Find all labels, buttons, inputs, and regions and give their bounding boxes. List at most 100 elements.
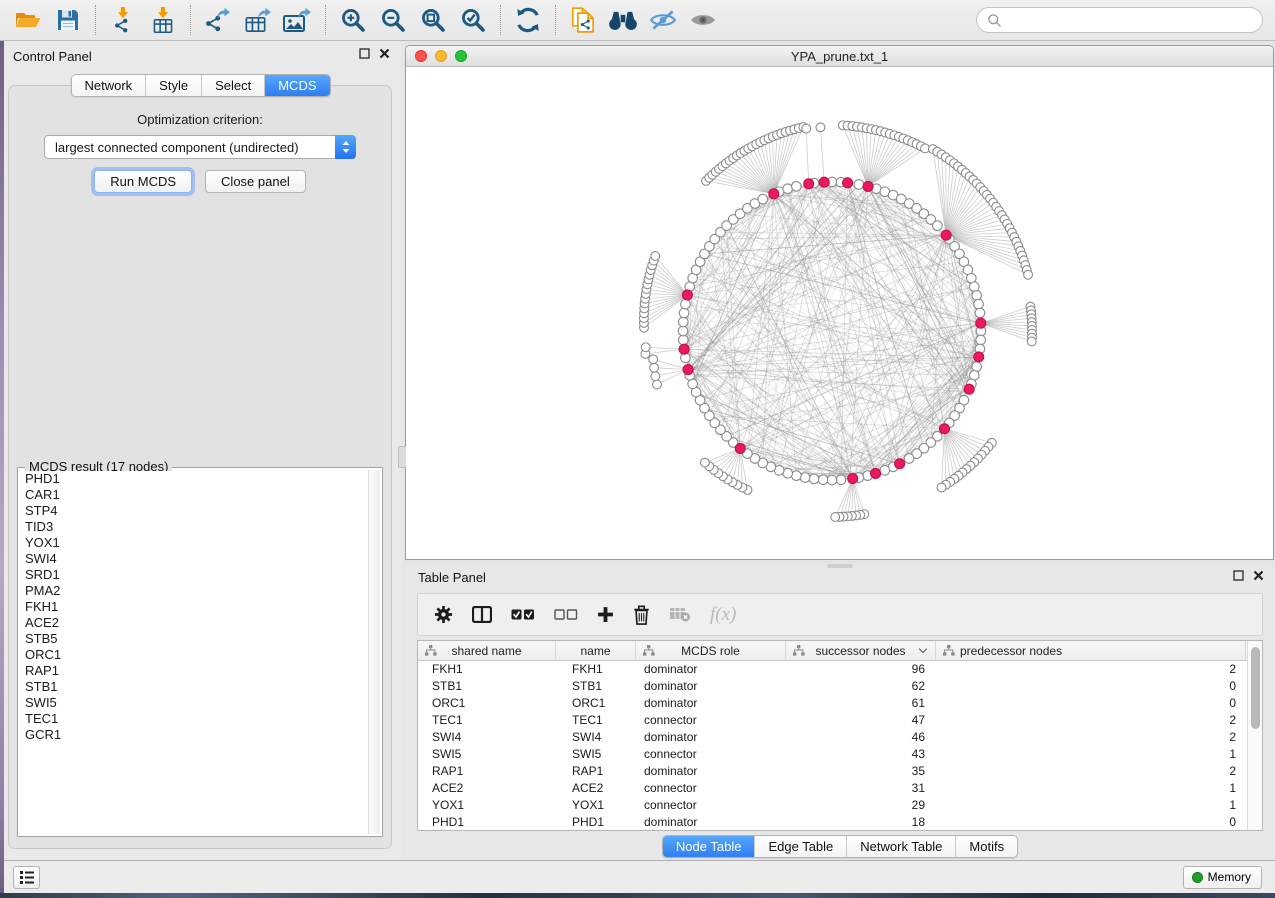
horizontal-splitter-grip[interactable] xyxy=(827,564,853,568)
network-hub-node[interactable] xyxy=(895,459,905,469)
network-node[interactable] xyxy=(904,454,914,464)
zoom-selected-button[interactable] xyxy=(453,3,493,37)
export-table-button[interactable] xyxy=(238,3,278,37)
mcds-result-item[interactable]: CAR1 xyxy=(21,487,367,503)
mcds-result-item[interactable]: SWI5 xyxy=(21,695,367,711)
network-hub-node[interactable] xyxy=(939,424,949,434)
network-leaf-node[interactable] xyxy=(816,123,825,132)
tab-network[interactable]: Network xyxy=(71,75,145,96)
eye-slash-button[interactable] xyxy=(643,3,683,37)
network-node[interactable] xyxy=(836,475,846,485)
network-hub-node[interactable] xyxy=(735,443,745,453)
delete-table-button[interactable] xyxy=(669,607,691,622)
table-row[interactable]: SWI5SWI5connector431 xyxy=(418,746,1247,763)
network-hub-node[interactable] xyxy=(941,230,951,240)
tab-select[interactable]: Select xyxy=(201,75,264,96)
mcds-result-item[interactable]: ACE2 xyxy=(21,615,367,631)
network-node[interactable] xyxy=(969,282,979,292)
column-header-shared-name[interactable]: shared name xyxy=(418,641,556,660)
table-row[interactable]: RAP1RAP1dominator352 xyxy=(418,763,1247,780)
network-node[interactable] xyxy=(972,362,982,372)
add-column-button[interactable] xyxy=(597,606,614,623)
mcds-result-item[interactable]: TEC1 xyxy=(21,711,367,727)
apply-function-button[interactable]: f(x) xyxy=(710,604,736,626)
mcds-result-item[interactable]: TID3 xyxy=(21,519,367,535)
network-hub-node[interactable] xyxy=(976,318,986,328)
network-window-titlebar[interactable]: YPA_prune.txt_1 xyxy=(406,46,1273,67)
column-header-successor-nodes[interactable]: successor nodes xyxy=(786,641,936,660)
import-network-button[interactable] xyxy=(103,3,143,37)
column-header-mcds-role[interactable]: MCDS role xyxy=(636,641,786,660)
table-row[interactable]: YOX1YOX1connector291 xyxy=(418,797,1247,814)
close-panel-icon[interactable] xyxy=(1253,570,1264,581)
table-settings-button[interactable] xyxy=(434,605,453,624)
delete-column-button[interactable] xyxy=(633,605,650,625)
criterion-dropdown[interactable]: largest connected component (undirected) xyxy=(44,135,356,159)
document-share-button[interactable] xyxy=(563,3,603,37)
table-row[interactable]: ORC1ORC1dominator610 xyxy=(418,695,1247,712)
network-hub-node[interactable] xyxy=(769,189,779,199)
network-node[interactable] xyxy=(792,471,802,481)
refresh-button[interactable] xyxy=(508,3,548,37)
import-table-button[interactable] xyxy=(143,3,183,37)
tab-motifs[interactable]: Motifs xyxy=(955,836,1017,857)
open-file-button[interactable] xyxy=(8,3,48,37)
mcds-result-item[interactable]: ORC1 xyxy=(21,647,367,663)
network-node[interactable] xyxy=(880,466,890,476)
eye-button[interactable] xyxy=(683,3,723,37)
float-window-icon[interactable] xyxy=(1233,570,1244,581)
search-input[interactable] xyxy=(1008,13,1252,28)
mcds-list-scrollbar[interactable] xyxy=(368,470,380,834)
network-node[interactable] xyxy=(933,221,943,231)
export-network-button[interactable] xyxy=(198,3,238,37)
network-hub-node[interactable] xyxy=(863,181,873,191)
close-panel-icon[interactable] xyxy=(379,48,390,59)
mcds-result-item[interactable]: STB1 xyxy=(21,679,367,695)
network-hub-node[interactable] xyxy=(819,177,829,187)
network-node[interactable] xyxy=(678,326,688,336)
mcds-result-item[interactable]: FKH1 xyxy=(21,599,367,615)
binoculars-button[interactable] xyxy=(603,3,643,37)
network-node[interactable] xyxy=(792,182,802,192)
network-node[interactable] xyxy=(758,194,768,204)
network-leaf-node[interactable] xyxy=(650,363,659,372)
run-mcds-button[interactable]: Run MCDS xyxy=(94,170,192,193)
network-node[interactable] xyxy=(827,475,837,485)
table-scrollbar-thumb[interactable] xyxy=(1251,647,1260,729)
network-node[interactable] xyxy=(678,335,688,345)
network-node[interactable] xyxy=(854,180,864,190)
table-scrollbar[interactable] xyxy=(1247,641,1262,830)
network-leaf-node[interactable] xyxy=(649,355,658,364)
network-hub-node[interactable] xyxy=(964,384,974,394)
network-node[interactable] xyxy=(975,308,985,318)
network-hub-node[interactable] xyxy=(843,178,853,188)
network-leaf-node[interactable] xyxy=(651,252,660,261)
table-row[interactable]: ACE2ACE2connector311 xyxy=(418,780,1247,797)
tab-node-table[interactable]: Node Table xyxy=(663,836,755,857)
network-hub-node[interactable] xyxy=(804,179,814,189)
network-leaf-node[interactable] xyxy=(1027,337,1036,346)
network-node[interactable] xyxy=(800,473,810,483)
network-leaf-node[interactable] xyxy=(831,513,840,522)
task-history-button[interactable] xyxy=(13,866,40,889)
network-node[interactable] xyxy=(678,317,688,327)
zoom-fit-button[interactable] xyxy=(413,3,453,37)
table-row[interactable]: FKH1FKH1dominator962 xyxy=(418,661,1247,678)
select-all-columns-button[interactable] xyxy=(511,609,535,620)
tab-style[interactable]: Style xyxy=(145,75,201,96)
table-row[interactable]: TEC1TEC1connector472 xyxy=(418,712,1247,729)
table-row[interactable]: SWI4SWI4dominator462 xyxy=(418,729,1247,746)
tab-mcds[interactable]: MCDS xyxy=(264,75,329,96)
show-columns-button[interactable] xyxy=(472,606,492,623)
deselect-all-columns-button[interactable] xyxy=(554,609,578,620)
network-node[interactable] xyxy=(818,475,828,485)
tab-edge-table[interactable]: Edge Table xyxy=(754,836,846,857)
mcds-result-item[interactable]: YOX1 xyxy=(21,535,367,551)
network-leaf-node[interactable] xyxy=(700,458,709,467)
mcds-result-item[interactable]: PMA2 xyxy=(21,583,367,599)
network-hub-node[interactable] xyxy=(682,290,692,300)
mcds-result-item[interactable]: STP4 xyxy=(21,503,367,519)
zoom-out-button[interactable] xyxy=(373,3,413,37)
tab-network-table[interactable]: Network Table xyxy=(846,836,955,857)
network-leaf-node[interactable] xyxy=(802,124,811,133)
